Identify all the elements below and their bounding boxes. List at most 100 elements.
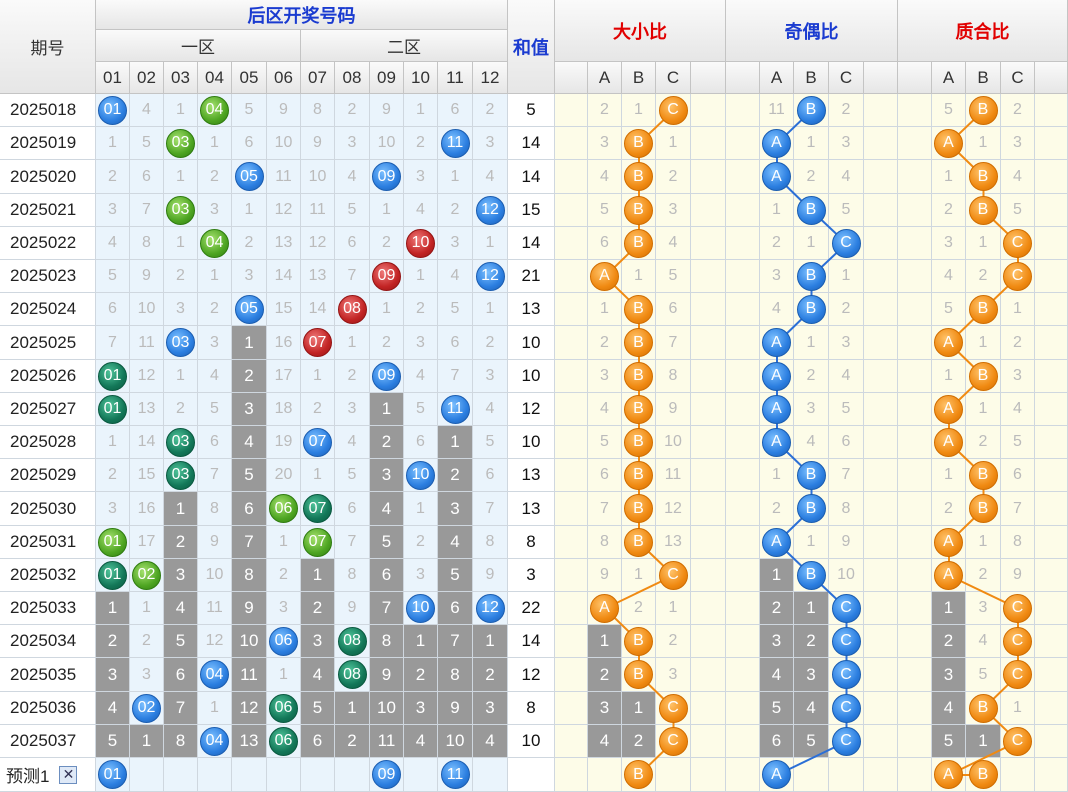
predict-label: 预测1 ✕ <box>0 758 96 792</box>
sum-cell: 14 <box>508 227 555 260</box>
pc-cell: 2 <box>1001 94 1035 127</box>
pc-cell: 4 <box>932 260 966 293</box>
number-cell: 5 <box>96 725 130 758</box>
sum-cell: 22 <box>508 592 555 625</box>
pc-cell: 2 <box>932 194 966 227</box>
pc-cell: C <box>1001 725 1035 758</box>
number-cell: 1 <box>267 658 301 692</box>
oe-pad <box>726 658 760 692</box>
pc-cell: C <box>1001 658 1035 692</box>
number-cell: 2 <box>301 393 335 426</box>
size-pad <box>555 326 588 360</box>
size-cell: 2 <box>588 326 622 360</box>
number-cell: 1 <box>404 625 438 658</box>
oe-cell: 3 <box>794 658 829 692</box>
number-cell: 5 <box>232 94 267 127</box>
size-pad <box>691 94 726 127</box>
number-cell: 11 <box>438 127 473 160</box>
oe-cell: 3 <box>760 260 794 293</box>
number-cell-ball: 05 <box>234 162 264 191</box>
oe-pad <box>864 160 898 194</box>
size-cell: 1 <box>588 293 622 326</box>
number-cell: 5 <box>232 459 267 492</box>
number-cell-ball: 08 <box>337 660 367 689</box>
number-cell-ball: 03 <box>166 195 195 225</box>
size-cell-ball: B <box>624 460 653 490</box>
number-cell: 8 <box>232 559 267 592</box>
number-cell: 7 <box>438 360 473 393</box>
size-cell: C <box>656 725 691 758</box>
number-cell: 2 <box>164 393 198 426</box>
oe-cell: 10 <box>829 559 864 592</box>
pc-cell-ball: A <box>934 527 963 557</box>
number-cell: 2 <box>96 459 130 492</box>
size-cell: 8 <box>588 526 622 559</box>
pc-cell: 3 <box>932 227 966 260</box>
size-cell: 4 <box>588 393 622 426</box>
pc-cell: 5 <box>932 94 966 127</box>
period-cell: 2025027 <box>0 393 96 426</box>
pc-cell: C <box>1001 227 1035 260</box>
pc-cell: 6 <box>1001 459 1035 492</box>
number-cell: 03 <box>164 326 198 360</box>
number-cell: 02 <box>130 559 164 592</box>
sum-cell: 14 <box>508 160 555 194</box>
oe-cell: 1 <box>760 459 794 492</box>
pc-cell: B <box>966 692 1001 725</box>
size-cell-ball: C <box>658 560 688 590</box>
size-cell: B <box>622 194 656 227</box>
size-pad <box>691 725 726 758</box>
number-cell: 3 <box>404 559 438 592</box>
number-cell-ball: 02 <box>132 693 161 723</box>
size-pad <box>555 526 588 559</box>
number-cell: 2 <box>164 526 198 559</box>
pc-cell: 4 <box>1001 160 1035 194</box>
size-cell: 1 <box>622 94 656 127</box>
size-cell: B <box>622 360 656 393</box>
pc-cell: 1 <box>966 127 1001 160</box>
number-cell: 09 <box>370 360 404 393</box>
pc-cell: 3 <box>932 658 966 692</box>
pc-pad <box>1035 492 1068 526</box>
predict-number-cell-ball: 09 <box>372 760 401 789</box>
oe-pad <box>864 526 898 559</box>
size-pad <box>555 94 588 127</box>
predict-size-cell <box>588 758 622 792</box>
period-cell: 2025020 <box>0 160 96 194</box>
size-cell: A <box>588 592 622 625</box>
pc-cell: B <box>966 459 1001 492</box>
predict-size-cell-ball: B <box>624 760 653 789</box>
pc-cell: B <box>966 194 1001 227</box>
pc-cell-ball: B <box>968 195 998 225</box>
number-cell: 2 <box>404 658 438 692</box>
size-cell-ball: C <box>658 95 688 125</box>
period-cell: 2025029 <box>0 459 96 492</box>
number-cell: 1 <box>370 393 404 426</box>
number-cell: 3 <box>438 227 473 260</box>
oe-pad <box>864 492 898 526</box>
number-cell: 1 <box>404 260 438 293</box>
size-pad <box>691 360 726 393</box>
pc-cell-ball: B <box>968 95 998 125</box>
number-cell: 6 <box>301 725 335 758</box>
number-cell-ball: 07 <box>303 527 332 557</box>
predict-pc-cell-ball: B <box>968 760 998 789</box>
pc-cell: 3 <box>1001 127 1035 160</box>
number-cell-ball: 03 <box>166 427 195 457</box>
number-cell: 7 <box>198 459 232 492</box>
number-cell: 09 <box>370 260 404 293</box>
number-cell: 01 <box>96 360 130 393</box>
pc-cell: B <box>966 160 1001 194</box>
size-cell: 3 <box>588 692 622 725</box>
close-icon[interactable]: ✕ <box>59 765 78 784</box>
pc-pad <box>1035 94 1068 127</box>
size-cell: 6 <box>588 227 622 260</box>
oe-cell: 1 <box>760 194 794 227</box>
oe-cell: 2 <box>760 227 794 260</box>
oe-cell: 1 <box>760 559 794 592</box>
sum-cell: 13 <box>508 492 555 526</box>
number-cell: 4 <box>370 492 404 526</box>
oe-cell: 3 <box>794 393 829 426</box>
oe-cell-ball: B <box>796 460 826 490</box>
number-cell: 07 <box>301 526 335 559</box>
